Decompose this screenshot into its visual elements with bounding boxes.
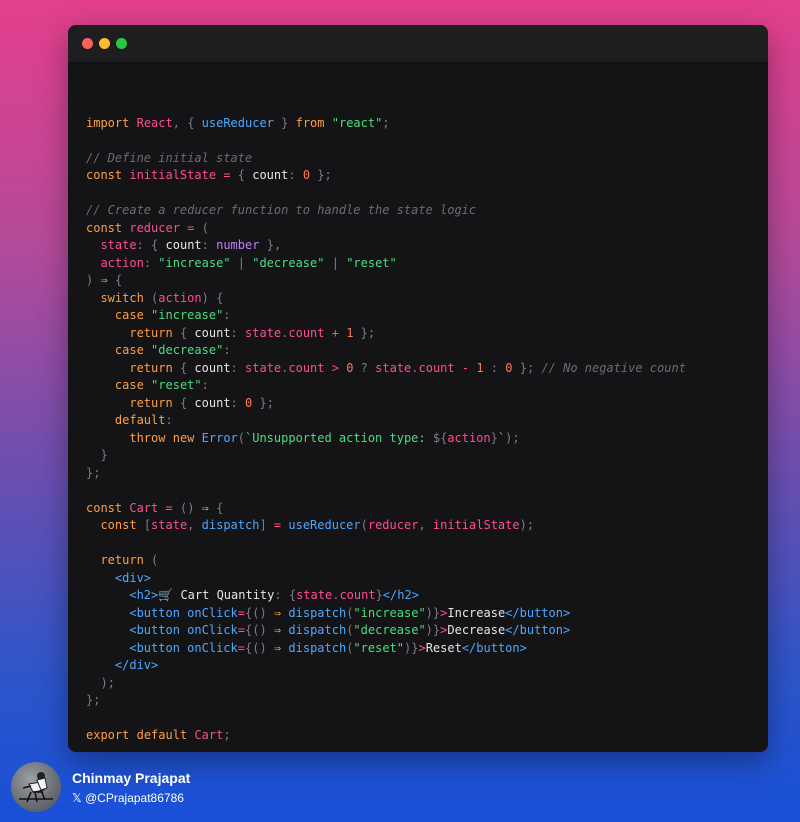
code-line: return ( [100, 553, 159, 567]
code-line: ​ [86, 482, 758, 500]
author-handle[interactable]: 𝕏 @CPrajapat86786 [72, 791, 184, 805]
code-line: <button onClick={() ⇒ dispatch("increase… [129, 605, 571, 620]
code-line: default: [114, 413, 173, 427]
code-window: ​import React, { useReducer } from "reac… [68, 25, 768, 752]
code-line: case "reset": [114, 378, 209, 392]
code-line: import React, { useReducer } from "react… [86, 115, 390, 130]
window-titlebar [68, 25, 768, 63]
code-line: const initialState = { count: 0 }; [86, 168, 332, 182]
code-line: ​ [86, 97, 758, 115]
code-line: throw new Error(`Unsupported action type… [129, 430, 520, 445]
close-dot-icon[interactable] [82, 38, 93, 49]
code-line: <h2>🛒 Cart Quantity: {state.count}</h2> [129, 588, 419, 602]
code-line: <button onClick={() ⇒ dispatch("decrease… [129, 623, 571, 637]
code-line: ​ [86, 535, 758, 553]
code-line: const Cart = () ⇒ { [86, 500, 224, 515]
code-line: <div> [114, 570, 152, 585]
code-line: <button onClick={() ⇒ dispatch("reset")}… [129, 640, 527, 655]
code-block: ​import React, { useReducer } from "reac… [86, 97, 758, 745]
code-line: }; [86, 693, 101, 707]
code-line: const reducer = ( [86, 220, 209, 235]
minimize-dot-icon[interactable] [99, 38, 110, 49]
code-line: // Create a reducer function to handle t… [86, 203, 477, 217]
code-line: // Define initial state [86, 150, 253, 165]
code-line: const [state, dispatch] = useReducer(red… [100, 518, 535, 532]
code-line: state: { count: number }, [100, 238, 282, 252]
person-sitting-icon [19, 772, 53, 803]
code-line: ); [100, 675, 115, 690]
code-line: ​ [86, 132, 758, 150]
code-line: return { count: state.count + 1 }; [129, 325, 376, 340]
author-name: Chinmay Prajapat [72, 770, 191, 786]
code-line: action: "increase" | "decrease" | "reset… [100, 255, 397, 270]
zoom-dot-icon[interactable] [116, 38, 127, 49]
code-line: ​ [86, 710, 758, 728]
code-line: ) ⇒ { [86, 273, 123, 287]
code-line: switch (action) { [100, 290, 224, 305]
author-footer: Chinmay Prajapat 𝕏 @CPrajapat86786 [11, 762, 411, 812]
code-line: return { count: 0 }; [129, 395, 274, 410]
code-line: ​ [86, 185, 758, 203]
code-line: export default Cart; [86, 728, 231, 742]
code-line: }; [86, 465, 101, 480]
code-line: } [100, 448, 108, 462]
avatar [11, 762, 61, 812]
code-line: </div> [114, 658, 159, 672]
code-line: case "decrease": [114, 343, 231, 357]
code-line: return { count: state.count > 0 ? state.… [129, 360, 686, 375]
code-line: case "increase": [114, 308, 231, 322]
